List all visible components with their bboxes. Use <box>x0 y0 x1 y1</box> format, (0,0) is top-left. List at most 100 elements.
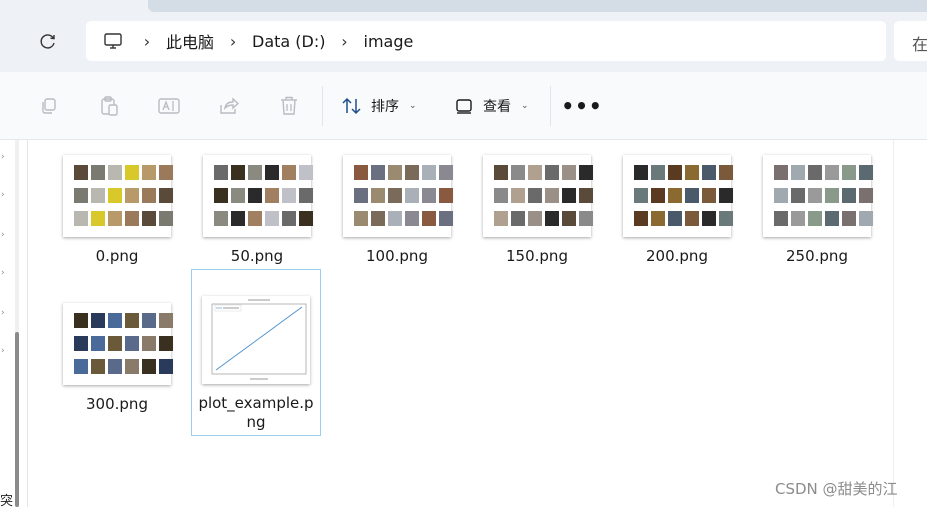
thumbnail-cell <box>808 165 822 180</box>
thumbnail-cell <box>108 336 122 351</box>
file-item[interactable]: 150.png <box>472 141 602 266</box>
file-item[interactable]: 250.png <box>752 141 882 266</box>
thumbnail-cell <box>439 188 453 203</box>
rename-button[interactable] <box>157 94 181 118</box>
thumbnail-cell <box>791 188 805 203</box>
file-item[interactable]: 200.png <box>612 141 742 266</box>
tab-strip <box>148 0 927 12</box>
thumbnail-cell <box>214 188 228 203</box>
thumbnail-cell <box>388 211 402 226</box>
image-thumbnail <box>63 155 173 237</box>
view-button[interactable]: 查看 ⌄ <box>455 90 529 122</box>
share-icon <box>220 97 240 114</box>
thumbnail-cell <box>685 165 699 180</box>
thumbnail-cell <box>685 211 699 226</box>
chevron-right-icon[interactable]: › <box>332 32 358 51</box>
thumbnail-cell <box>91 336 105 351</box>
thumbnail-cell <box>231 165 245 180</box>
thumbnail-cell <box>231 188 245 203</box>
file-item[interactable]: 0.png <box>52 141 182 266</box>
chevron-right-icon[interactable]: › <box>1 230 9 240</box>
refresh-button[interactable] <box>34 28 62 56</box>
file-item-selected[interactable]: plot_example.png <box>191 269 321 436</box>
breadcrumb-image[interactable]: image <box>358 32 420 51</box>
paste-button[interactable] <box>97 94 121 118</box>
file-name: plot_example.png <box>198 394 314 431</box>
address-region: › 此电脑 › Data (D:) › image 在 <box>0 0 927 72</box>
thumbnail-cell <box>494 211 508 226</box>
thumbnail-cell <box>859 211 873 226</box>
thumbnail-cell <box>422 188 436 203</box>
chevron-right-icon[interactable]: › <box>134 32 160 51</box>
plot-thumbnail <box>202 296 310 384</box>
thumbnail-cell <box>142 211 156 226</box>
copy-icon <box>42 98 56 114</box>
chevron-right-icon[interactable]: › <box>1 190 9 200</box>
chevron-right-icon[interactable]: › <box>1 152 9 162</box>
sort-button[interactable]: 排序 ⌄ <box>341 90 417 122</box>
thumbnail-cell <box>371 165 385 180</box>
thumbnail-cell <box>774 165 788 180</box>
details-pane-divider <box>893 140 894 507</box>
thumbnail-cell <box>159 359 173 374</box>
more-options-button[interactable]: ••• <box>561 94 601 118</box>
nav-item-label[interactable]: 突 <box>0 490 13 507</box>
image-thumbnail <box>623 155 733 237</box>
navigation-pane: › › › › › › 突 <box>0 140 24 507</box>
file-item[interactable]: 300.png <box>52 289 182 414</box>
sort-icon <box>342 97 361 115</box>
thumbnail-cell <box>545 165 559 180</box>
thumbnail-cell <box>774 211 788 226</box>
chevron-right-icon[interactable]: › <box>1 308 9 318</box>
command-bar: 排序 ⌄ 查看 ⌄ ••• <box>0 72 927 140</box>
copy-button[interactable] <box>37 94 61 118</box>
file-name: 0.png <box>95 247 139 265</box>
thumbnail-cell <box>791 211 805 226</box>
sort-label: 排序 <box>371 99 399 115</box>
thumbnail-cell <box>108 313 122 328</box>
thumbnail-cell <box>825 165 839 180</box>
view-label: 查看 <box>483 99 511 115</box>
file-name: 50.png <box>230 247 284 265</box>
thumbnail-cell <box>651 165 665 180</box>
thumbnail-cell <box>494 188 508 203</box>
thumbnail-cell <box>371 188 385 203</box>
breadcrumb-data-drive[interactable]: Data (D:) <box>246 32 331 51</box>
file-name: 150.png <box>506 247 568 265</box>
thumbnail-cell <box>634 211 648 226</box>
pane-divider[interactable] <box>27 140 28 507</box>
delete-button[interactable] <box>277 94 301 118</box>
thumbnail-cell <box>299 211 313 226</box>
thumbnail-cell <box>74 165 88 180</box>
breadcrumb[interactable]: › 此电脑 › Data (D:) › image <box>86 21 886 61</box>
thumbnail-cell <box>545 188 559 203</box>
thumbnail-cell <box>719 188 733 203</box>
chevron-right-icon[interactable]: › <box>1 346 9 356</box>
this-pc-icon[interactable] <box>102 30 124 52</box>
thumbnail-cell <box>125 188 139 203</box>
file-item[interactable]: 50.png <box>192 141 322 266</box>
more-icon: ••• <box>561 94 603 118</box>
breadcrumb-this-pc[interactable]: 此电脑 <box>160 29 220 53</box>
chevron-right-icon[interactable]: › <box>1 268 9 278</box>
thumbnail-cell <box>248 188 262 203</box>
file-name: 300.png <box>86 395 148 413</box>
thumbnail-cell <box>405 188 419 203</box>
file-item[interactable]: 100.png <box>332 141 462 266</box>
thumbnail-cell <box>108 165 122 180</box>
thumbnail-cell <box>388 188 402 203</box>
chevron-right-icon[interactable]: › <box>220 32 246 51</box>
thumbnail-cell <box>405 211 419 226</box>
toolbar-divider <box>550 86 551 126</box>
plot-preview-graphic <box>211 299 307 380</box>
thumbnail-cell <box>651 211 665 226</box>
thumbnail-cell <box>125 313 139 328</box>
image-thumbnail <box>203 155 313 237</box>
thumbnail-cell <box>142 165 156 180</box>
thumbnail-cell <box>842 165 856 180</box>
search-input[interactable]: 在 <box>894 21 927 61</box>
thumbnail-cell <box>142 313 156 328</box>
thumbnail-cell <box>354 211 368 226</box>
nav-scrollbar-thumb[interactable] <box>15 332 19 507</box>
share-button[interactable] <box>217 94 241 118</box>
